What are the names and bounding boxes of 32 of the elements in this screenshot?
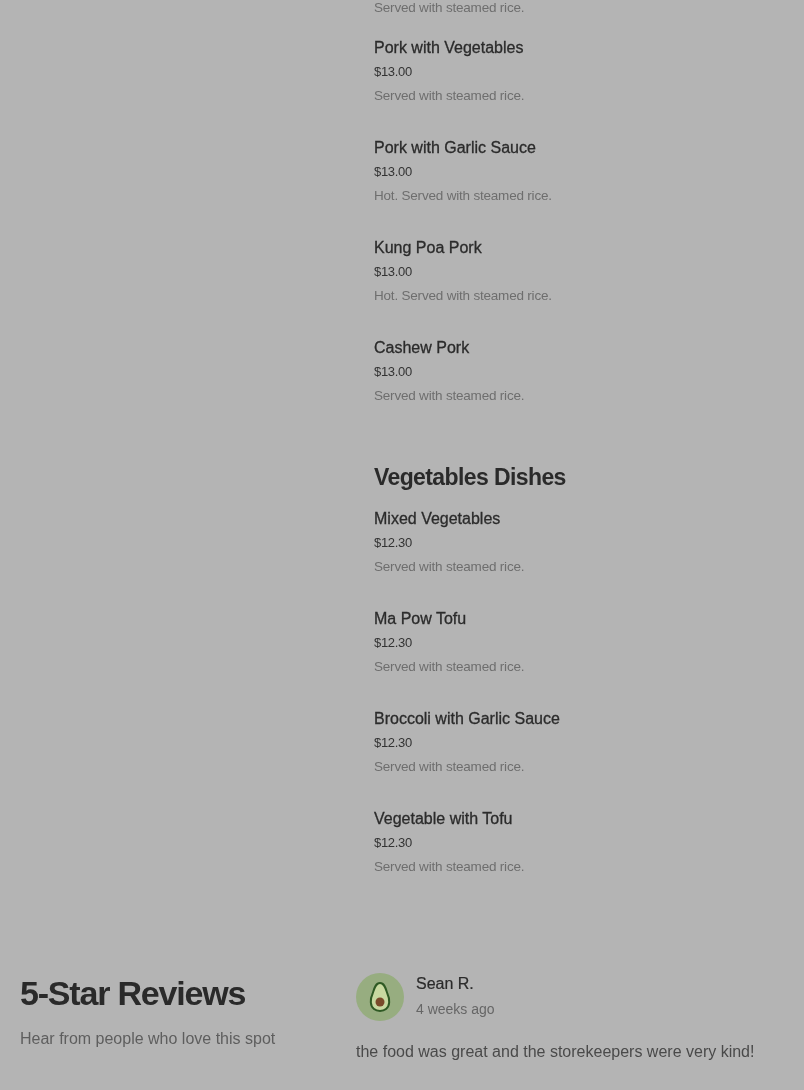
dish-description: Served with steamed rice. bbox=[374, 658, 526, 676]
dish-price: $13.00 bbox=[374, 163, 413, 181]
dish-name[interactable]: Vegetable with Tofu bbox=[374, 807, 804, 831]
dish-name[interactable]: Mixed Vegetables bbox=[374, 507, 804, 531]
section-heading: Vegetables Dishes bbox=[374, 463, 567, 492]
review-time: 4 weeks ago bbox=[416, 1000, 495, 1019]
dish-price: $13.00 bbox=[374, 363, 413, 381]
dish-price: $12.30 bbox=[374, 734, 413, 752]
dish-name[interactable]: Pork with Vegetables bbox=[374, 36, 804, 60]
dish-description: Served with steamed rice. bbox=[374, 858, 526, 876]
dish-description: Served with steamed rice. bbox=[374, 387, 526, 405]
reviews-heading: 5-Star Reviews bbox=[20, 973, 247, 1013]
dish-description: Served with steamed rice. bbox=[374, 0, 526, 16]
dish-description: Served with steamed rice. bbox=[374, 558, 526, 576]
dish-description: Served with steamed rice. bbox=[374, 87, 526, 105]
review-text: the food was great and the storekeepers were very kind! bbox=[356, 1042, 756, 1062]
dish-description: Hot. Served with steamed rice. bbox=[374, 187, 553, 205]
dish-description: Served with steamed rice. bbox=[374, 758, 526, 776]
dish-name[interactable]: Broccoli with Garlic Sauce bbox=[374, 707, 804, 731]
dish-name[interactable]: Cashew Pork bbox=[374, 336, 804, 360]
dish-price: $12.30 bbox=[374, 834, 413, 852]
reviews-subtitle: Hear from people who love this spot bbox=[20, 1029, 277, 1049]
dish-name[interactable]: Ma Pow Tofu bbox=[374, 607, 804, 631]
dish-name[interactable]: Pork with Garlic Sauce bbox=[374, 136, 804, 160]
dish-price: $13.00 bbox=[374, 63, 413, 81]
dish-name[interactable]: Kung Poa Pork bbox=[374, 236, 804, 260]
dish-price: $13.00 bbox=[374, 263, 413, 281]
reviewer-name: Sean R. bbox=[416, 974, 475, 994]
avocado-avatar-icon bbox=[356, 973, 404, 1021]
dish-description: Hot. Served with steamed rice. bbox=[374, 287, 553, 305]
dish-price: $12.30 bbox=[374, 534, 413, 552]
dish-price: $12.30 bbox=[374, 634, 413, 652]
